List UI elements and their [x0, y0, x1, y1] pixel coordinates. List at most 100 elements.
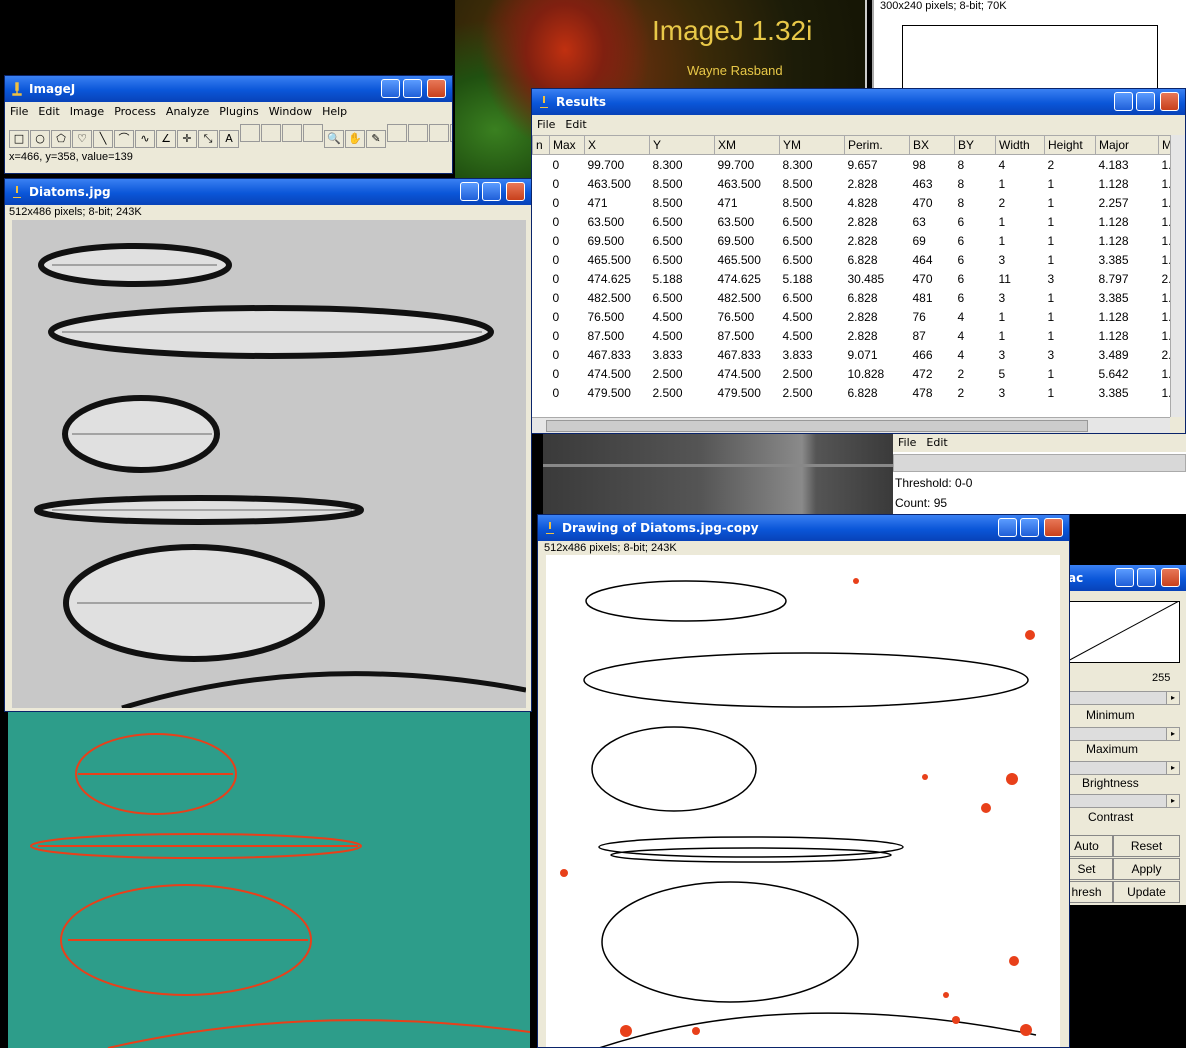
crosshair-tool[interactable]: ✛ [177, 130, 197, 148]
edge-detection-image[interactable] [8, 712, 530, 1048]
magnifier-tool[interactable] [240, 124, 260, 142]
apply-button[interactable]: Apply [1113, 858, 1180, 880]
minimize-button[interactable] [998, 518, 1017, 537]
table-row[interactable]: 0 87.500 4.500 87.500 4.500 2.828 87 4 1 1 1.128 1.… [533, 326, 1171, 345]
column-header[interactable]: YM [779, 135, 845, 155]
hand-tool[interactable] [261, 124, 281, 142]
menu-edit[interactable]: Edit [33, 103, 64, 120]
reset-button[interactable]: Reset [1113, 835, 1180, 857]
results-titlebar[interactable]: Results [532, 89, 1185, 115]
table-row[interactable]: 0 471 8.500 471 8.500 4.828 470 8 2 1 2.257 1.128 [533, 193, 1171, 212]
maximize-button[interactable] [1136, 92, 1155, 111]
menu-edit[interactable]: Edit [921, 434, 952, 451]
freehand-tool[interactable]: ♡ [72, 130, 92, 148]
menu-file[interactable]: File [5, 103, 33, 120]
log-scrollbar[interactable] [893, 454, 1186, 472]
maximize-button[interactable] [1137, 568, 1156, 587]
angle-tool[interactable]: ∠ [156, 130, 176, 148]
table-row[interactable]: 0 76.500 4.500 76.500 4.500 2.828 76 4 1 1 1.128 1.… [533, 307, 1171, 326]
maximize-button[interactable] [482, 182, 501, 201]
freehand-line-tool[interactable]: ∿ [135, 130, 155, 148]
column-header[interactable]: Width [995, 135, 1045, 155]
window-title: Results [556, 95, 607, 109]
menu-file[interactable]: File [532, 116, 560, 133]
column-header[interactable]: BX [909, 135, 955, 155]
column-header[interactable]: Perim. [844, 135, 910, 155]
table-cell: 1.128 [1161, 366, 1171, 381]
minimize-button[interactable] [460, 182, 479, 201]
empty-tool-slot[interactable]: ✋ [345, 130, 365, 148]
table-row[interactable]: 0 474.500 2.500 474.500 2.500 10.828 472 2 5 1 5.6… [533, 364, 1171, 383]
column-header[interactable]: XM [714, 135, 780, 155]
table-cell [533, 269, 550, 288]
table-row[interactable]: 0 465.500 6.500 465.500 6.500 6.828 464 6 3 1 3.38… [533, 250, 1171, 269]
table-row[interactable]: 0 474.625 5.188 474.625 5.188 30.485 470 6 11 3 8.… [533, 269, 1171, 288]
empty-tool-slot[interactable] [450, 124, 452, 142]
close-button[interactable] [506, 182, 525, 201]
minimum-slider[interactable]: ▸ [1066, 691, 1180, 705]
menu-plugins[interactable]: Plugins [214, 103, 263, 120]
vertical-scrollbar[interactable] [1170, 135, 1185, 417]
close-button[interactable] [1161, 568, 1180, 587]
maximize-button[interactable] [1020, 518, 1039, 537]
table-row[interactable]: 0 463.500 8.500 463.500 8.500 2.828 463 8 1 1 1.12… [533, 174, 1171, 193]
column-header[interactable]: Height [1044, 135, 1096, 155]
segmented-line-tool[interactable]: ⌒ [114, 130, 134, 148]
brightness-slider[interactable]: ▸ [1066, 761, 1180, 775]
empty-tool-slot[interactable] [303, 124, 323, 142]
empty-tool-slot[interactable] [408, 124, 428, 142]
imagej-titlebar[interactable]: ImageJ [5, 76, 452, 102]
table-row[interactable]: 0 479.500 2.500 479.500 2.500 6.828 478 2 3 1 3.38… [533, 383, 1171, 402]
table-row[interactable]: 0 467.833 3.833 467.833 3.833 9.071 466 4 3 3 3.48… [533, 345, 1171, 364]
menu-window[interactable]: Window [264, 103, 317, 120]
table-row[interactable]: 0 63.500 6.500 63.500 6.500 2.828 63 6 1 1 1.128 1.… [533, 212, 1171, 231]
menu-process[interactable]: Process [109, 103, 161, 120]
horizontal-scrollbar[interactable] [532, 417, 1170, 433]
menu-image[interactable]: Image [65, 103, 109, 120]
wand-tool[interactable]: ⤡ [198, 130, 218, 148]
table-cell: 471 [717, 195, 738, 210]
rectangle-tool[interactable]: □ [9, 130, 29, 148]
minimize-button[interactable] [1115, 568, 1134, 587]
empty-tool-slot[interactable] [429, 124, 449, 142]
outline-drawing-canvas[interactable] [546, 555, 1060, 1048]
empty-tool-slot[interactable]: ✎ [366, 130, 386, 148]
contrast-titlebar[interactable]: ac [1060, 565, 1186, 591]
empty-tool-slot[interactable] [387, 124, 407, 142]
menu-help[interactable]: Help [317, 103, 352, 120]
column-header[interactable]: BY [954, 135, 996, 155]
dropper-tool[interactable] [282, 124, 302, 142]
maximize-button[interactable] [403, 79, 422, 98]
line-tool[interactable]: ╲ [93, 130, 113, 148]
text-tool[interactable]: A [219, 130, 239, 148]
window-title: ac [1068, 571, 1084, 585]
close-button[interactable] [427, 79, 446, 98]
diatoms-titlebar[interactable]: Diatoms.jpg [5, 179, 531, 205]
menu-edit[interactable]: Edit [560, 116, 591, 133]
diatoms-image-canvas[interactable] [12, 220, 526, 708]
menu-analyze[interactable]: Analyze [161, 103, 214, 120]
column-header[interactable]: Max [549, 135, 585, 155]
drawing-titlebar[interactable]: Drawing of Diatoms.jpg-copy [538, 515, 1069, 541]
maximum-slider[interactable]: ▸ [1066, 727, 1180, 741]
table-cell: 8.500 [782, 176, 813, 191]
update-button[interactable]: Update [1113, 881, 1180, 903]
column-header[interactable]: Y [649, 135, 715, 155]
column-header[interactable]: n [532, 135, 550, 155]
contrast-slider[interactable]: ▸ [1066, 794, 1180, 808]
table-row[interactable]: 0 482.500 6.500 482.500 6.500 6.828 481 6 3 1 3.38… [533, 288, 1171, 307]
column-header[interactable]: X [584, 135, 650, 155]
column-header[interactable]: Minor [1158, 135, 1170, 155]
close-button[interactable] [1044, 518, 1063, 537]
menu-file[interactable]: File [893, 434, 921, 451]
column-header[interactable]: Major [1095, 135, 1159, 155]
table-row[interactable]: 0 99.700 8.300 99.700 8.300 9.657 98 8 4 2 4.183 1.… [533, 155, 1171, 175]
empty-tool-slot[interactable]: 🔍 [324, 130, 344, 148]
close-button[interactable] [1160, 92, 1179, 111]
scroll-thumb[interactable] [546, 420, 1088, 432]
oval-tool[interactable]: ○ [30, 130, 50, 148]
minimize-button[interactable] [381, 79, 400, 98]
table-row[interactable]: 0 69.500 6.500 69.500 6.500 2.828 69 6 1 1 1.128 1.… [533, 231, 1171, 250]
polygon-tool[interactable]: ⬠ [51, 130, 71, 148]
minimize-button[interactable] [1114, 92, 1133, 111]
